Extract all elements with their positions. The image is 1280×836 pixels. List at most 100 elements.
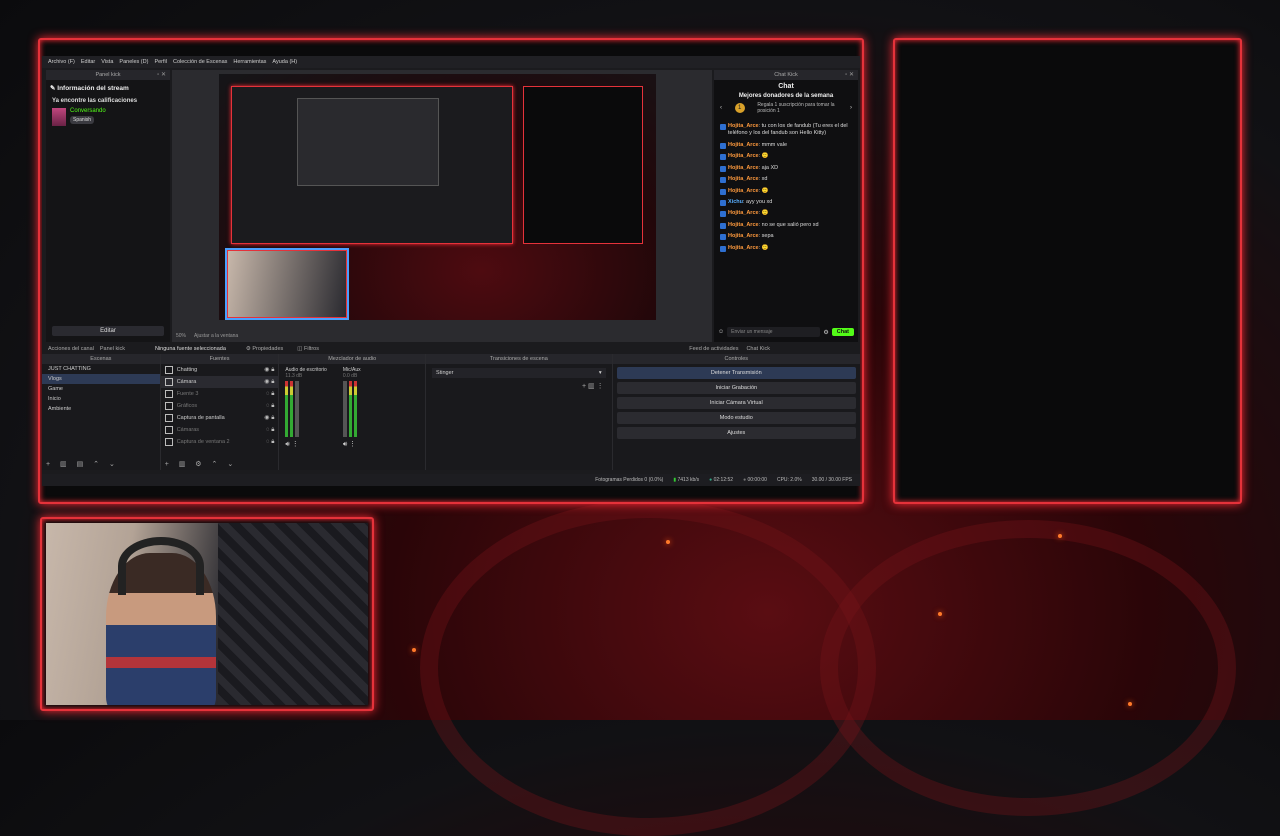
volume-slider[interactable] xyxy=(342,381,347,437)
panel-kick-dock: Panel kick ▫ ✕ ✎ Información del stream Y… xyxy=(46,70,170,342)
scene-item[interactable]: Ambiente xyxy=(42,404,160,414)
scene-list: JUST CHATTING Vlogs Game Inicio Ambiente xyxy=(42,364,160,414)
dock-close-icon[interactable]: ▫ ✕ xyxy=(845,71,854,78)
source-type-icon xyxy=(164,426,173,434)
chevron-left-icon[interactable]: ‹ xyxy=(720,105,722,111)
eye-icon[interactable]: ◉ 🔒︎ xyxy=(264,414,274,422)
chevron-down-icon: ▾ xyxy=(598,370,602,376)
studio-mode-button[interactable]: Modo estudio xyxy=(616,412,856,424)
user-badge-icon xyxy=(720,177,726,184)
ember xyxy=(666,540,670,544)
source-item[interactable]: Cámaras ◌ 🔒︎ xyxy=(161,424,279,436)
channel-db: 0.0 dB xyxy=(342,373,358,379)
tab-chat-kick[interactable]: Chat Kick xyxy=(746,346,770,352)
rec-time: ● 00:00:00 xyxy=(743,477,767,483)
preview-zoom-bar: 50% Ajustar a la ventana xyxy=(172,332,716,340)
dock-close-icon[interactable]: ▫ ✕ xyxy=(157,71,166,78)
category-name[interactable]: Conversando xyxy=(70,108,106,114)
user-badge-icon xyxy=(720,165,726,172)
user-badge-icon xyxy=(720,154,726,161)
source-selection-text: Ninguna fuente seleccionada xyxy=(154,346,226,352)
source-item[interactable]: Fuente 3 ◌ 🔒︎ xyxy=(161,388,279,400)
ember xyxy=(1058,534,1062,538)
language-tag: Spanish xyxy=(70,116,95,124)
source-item[interactable]: Cámara ◉ 🔒︎ xyxy=(160,376,279,388)
donors-row: ‹ 1 Regala 1 suscripción para tomar la p… xyxy=(714,99,858,117)
source-item[interactable]: Captura de pantalla ◉ 🔒︎ xyxy=(161,412,279,424)
stop-stream-button[interactable]: Detener Transmisión xyxy=(616,367,856,379)
menu-ayuda[interactable]: Ayuda (H) xyxy=(272,59,297,65)
eye-icon[interactable]: ◉ 🔒︎ xyxy=(264,378,274,386)
eye-icon[interactable]: ◌ 🔒︎ xyxy=(266,403,274,410)
start-virtual-camera-button[interactable]: Iniciar Cámara Virtual xyxy=(616,397,856,409)
eye-icon[interactable]: ◌ 🔒︎ xyxy=(266,439,274,446)
preview-area: 50% Ajustar a la ventana xyxy=(172,70,712,342)
chevron-right-icon[interactable]: › xyxy=(850,105,852,111)
zoom-value[interactable]: 50% xyxy=(176,333,186,339)
scene-item[interactable]: Inicio xyxy=(42,394,160,404)
donor-text: Regala 1 suscripción para tomar la posic… xyxy=(757,102,835,114)
menu-coleccion[interactable]: Colección de Escenas xyxy=(173,59,227,65)
nested-webcam-frame[interactable] xyxy=(227,250,347,318)
settings-icon[interactable]: ⚙ xyxy=(823,329,828,336)
settings-button[interactable]: Ajustes xyxy=(616,427,856,439)
menu-paneles[interactable]: Paneles (D) xyxy=(119,59,148,65)
dropped-frames: Fotogramas Perdidos 0 (0.0%) xyxy=(595,477,664,483)
camera-icon xyxy=(164,378,173,386)
menu-editar[interactable]: Editar xyxy=(81,59,95,65)
eye-icon[interactable]: ◌ 🔒︎ xyxy=(266,427,274,434)
mixer-channel-mic: Mic/Aux 0.0 dB 🔊︎ ⋮ xyxy=(342,367,361,449)
chat-message: Hojita_Arce: mmm vale xyxy=(720,142,852,149)
preview-canvas[interactable] xyxy=(219,74,656,320)
nested-obs-thumb xyxy=(297,98,439,186)
scene-item[interactable]: Vlogs xyxy=(42,374,160,384)
volume-meter xyxy=(285,381,326,437)
menu-herramientas[interactable]: Herramientas xyxy=(233,59,266,65)
speaker-icon[interactable]: 🔊︎ ⋮ xyxy=(285,440,326,449)
scenes-dock: Escenas JUST CHATTING Vlogs Game Inicio … xyxy=(42,354,161,470)
dock-title: Mezclador de audio xyxy=(279,354,426,364)
chat-title: Chat xyxy=(778,83,794,90)
source-item[interactable]: Chatting ◉ 🔒︎ xyxy=(161,364,279,376)
tab-panel-kick[interactable]: Panel kick xyxy=(100,346,125,352)
menu-archivo[interactable]: Archivo (F) xyxy=(48,59,75,65)
scene-item[interactable]: JUST CHATTING xyxy=(42,364,160,374)
eye-icon[interactable]: ◌ 🔒︎ xyxy=(266,391,274,398)
volume-slider[interactable] xyxy=(295,381,300,437)
dock-title: Escenas xyxy=(42,354,160,364)
user-badge-icon xyxy=(720,142,726,149)
edit-button[interactable]: Editar xyxy=(52,326,164,336)
transition-select[interactable]: Stinger ▾ xyxy=(432,368,606,378)
scene-item[interactable]: Game xyxy=(42,384,160,394)
source-type-icon xyxy=(164,366,173,374)
ember xyxy=(938,612,942,616)
start-recording-button[interactable]: Iniciar Grabación xyxy=(616,382,856,394)
emote-icon[interactable]: ☺ xyxy=(718,329,724,335)
chat-message: Hojita_Arce: no se que salió pero xd xyxy=(720,222,852,229)
chat-message-input[interactable]: Enviar un mensaje xyxy=(727,327,821,337)
dock-title: Chat Kick ▫ ✕ xyxy=(714,70,858,80)
properties-button[interactable]: ⚙ Propiedades xyxy=(246,346,283,352)
source-toolbar[interactable]: + ▥ ⚙ ⌃ ⌄ xyxy=(165,460,238,468)
menu-vista[interactable]: Vista xyxy=(101,59,113,65)
transition-toolbar[interactable]: + ▥ ⋮ xyxy=(426,382,612,390)
fit-window[interactable]: Ajustar a la ventana xyxy=(194,333,238,339)
tab-feed-actividades[interactable]: Feed de actividades xyxy=(689,346,738,352)
chat-send-button[interactable]: Chat xyxy=(831,328,854,336)
speaker-icon[interactable]: 🔊︎ ⋮ xyxy=(343,440,361,449)
mixer-channels: Audio de escritorio 11.3 dB 🔊︎ ⋮ Mic/Aux… xyxy=(279,364,425,452)
tab-acciones-canal[interactable]: Acciones del canal xyxy=(48,346,94,352)
user-badge-icon xyxy=(720,234,726,241)
filters-button[interactable]: ◫ Filtros xyxy=(297,346,319,352)
eye-icon[interactable]: ◉ 🔒︎ xyxy=(264,366,274,374)
user-badge-icon xyxy=(720,211,726,218)
chat-message: Hojita_Arce: 🙂 xyxy=(720,153,852,161)
source-item[interactable]: Captura de ventana 2 ◌ 🔒︎ xyxy=(161,436,279,448)
source-item[interactable]: Gráficos ◌ 🔒︎ xyxy=(161,400,279,412)
category-card[interactable]: Conversando Spanish xyxy=(46,106,170,128)
donor-rank-badge: 1 xyxy=(734,103,745,113)
user-badge-icon xyxy=(720,188,726,195)
cpu-usage: CPU: 2.0% xyxy=(776,477,802,483)
menu-perfil[interactable]: Perfil xyxy=(154,59,167,65)
scene-toolbar[interactable]: + ▥ ▤ ⌃ ⌄ xyxy=(46,460,119,468)
